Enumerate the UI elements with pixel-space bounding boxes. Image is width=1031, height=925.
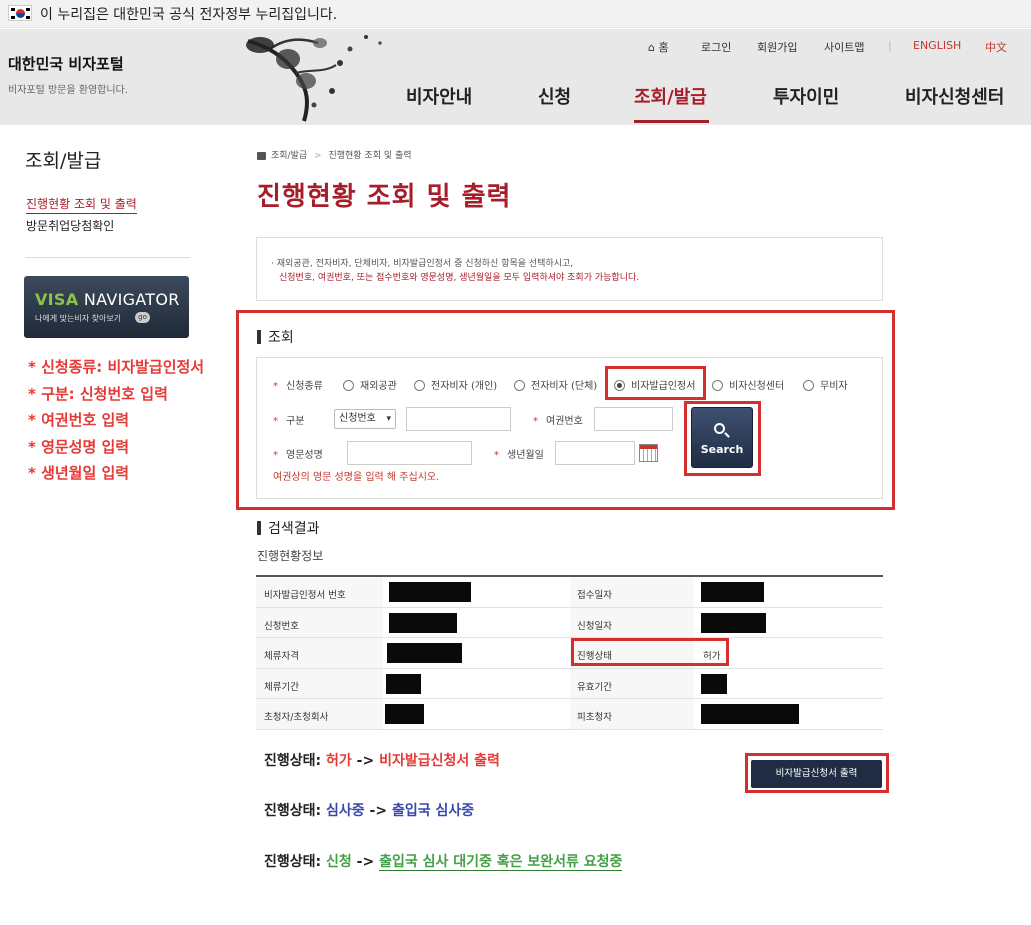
status-note-applied: 진행상태: 신청 -> 출입국 심사 대기중 혹은 보완서류 요청중 (264, 854, 623, 871)
util-login-link[interactable]: 로그인 (701, 39, 731, 55)
annotation-item: * 구분: 신청번호 입력 (28, 384, 168, 403)
status-row-highlight (571, 638, 729, 666)
english-name-input[interactable] (347, 441, 472, 465)
radio-overseas-mission[interactable]: 재외공관 (343, 377, 397, 392)
nav-inquiry-issue[interactable]: 조회/발급 (634, 83, 707, 109)
util-divider: | (888, 39, 892, 52)
page-title: 진행현황 조회 및 출력 (257, 182, 512, 212)
annotation-list: * 신청종류: 비자발급인정서 * 구분: 신청번호 입력 * 여권번호 입력 … (28, 356, 204, 489)
util-chinese-link[interactable]: 中文 (985, 39, 1007, 55)
row-key: 체류기간 (264, 681, 299, 693)
table-row: 신청번호 신청일자 (256, 607, 883, 638)
table-row: 체류자격 진행상태 허가 (256, 638, 883, 669)
radio-visa-application-center[interactable]: 비자신청센터 (712, 377, 784, 392)
ink-branch-illustration (246, 35, 382, 122)
redacted-value (701, 704, 799, 724)
table-row: 비자발급인정서 번호 접수일자 (256, 577, 883, 608)
results-heading: 검색결과 (257, 518, 320, 538)
util-signup-link[interactable]: 회원가입 (757, 39, 797, 55)
row-key: 비자발급인정서 번호 (264, 590, 346, 601)
notice-line-1: · 재외공관, 전자비자, 단체비자, 비자발급인정서 중 신청하신 항목을 선… (271, 259, 574, 269)
name-label: * 영문성명 (273, 450, 323, 461)
nav-active-indicator (634, 120, 709, 123)
gov-notice-text: 이 누리집은 대한민국 공식 전자정부 누리집입니다. (40, 7, 338, 23)
annotation-item: * 여권번호 입력 (28, 411, 130, 429)
sidebar-item-visit-employment[interactable]: 방문취업당첨확인 (26, 217, 114, 234)
site-brand-subtitle: 비자포털 방문을 환영합니다. (8, 85, 128, 96)
passport-label: * 여권번호 (533, 416, 583, 427)
row-key: 피초청자 (577, 712, 612, 723)
banner-title-visa: VISA (35, 290, 79, 309)
gov-notice-bar: 이 누리집은 대한민국 공식 전자정부 누리집입니다. (0, 0, 1031, 28)
type-label: * 신청종류 (273, 381, 323, 392)
home-icon: ⌂ (648, 41, 655, 54)
visa-navigator-banner[interactable]: VISA NAVIGATOR 나에게 맞는비자 찾아보기 go (24, 276, 189, 338)
nav-visa-center[interactable]: 비자신청센터 (905, 83, 1004, 109)
sidebar-item-progress-inquiry[interactable]: 진행현황 조회 및 출력 (26, 195, 137, 214)
results-subheading: 진행현황정보 (257, 549, 324, 563)
chevron-down-icon: ▾ (386, 414, 391, 424)
site-brand[interactable]: 대한민국 비자포털 (8, 53, 124, 74)
selected-type-highlight (605, 366, 706, 400)
print-button-highlight (745, 753, 889, 793)
site-header: 대한민국 비자포털 비자포털 방문을 환영합니다. ⌂ 홈 로그인 회원가입 사… (0, 29, 1031, 125)
radio-visa-free[interactable]: 무비자 (803, 377, 848, 392)
row-key: 신청일자 (577, 620, 612, 632)
util-home-link[interactable]: ⌂ 홈 (648, 39, 669, 55)
name-hint: 여권상의 영문 성명을 입력 해 주십시오. (273, 472, 440, 483)
birth-label: * 생년월일 (494, 450, 544, 461)
banner-subtitle: 나에게 맞는비자 찾아보기 (35, 314, 122, 323)
radio-evisa-individual[interactable]: 전자비자 (개인) (414, 377, 497, 392)
util-english-link[interactable]: ENGLISH (913, 39, 961, 52)
notice-box: · 재외공관, 전자비자, 단체비자, 비자발급인정서 중 신청하신 항목을 선… (256, 237, 883, 301)
breadcrumb-item[interactable]: 조회/발급 (271, 151, 307, 161)
row-key: 신청번호 (264, 620, 299, 632)
annotation-item: * 신청종류: 비자발급인정서 (28, 358, 205, 376)
annotation-item: * 생년월일 입력 (28, 464, 130, 482)
row-key: 접수일자 (577, 590, 612, 601)
sidebar-title: 조회/발급 (25, 150, 102, 172)
row-key: 체류자격 (264, 651, 299, 662)
annotation-item: * 영문성명 입력 (28, 437, 130, 456)
redacted-value (701, 612, 766, 633)
table-row: 체류기간 유효기간 (256, 668, 883, 699)
radio-evisa-group[interactable]: 전자비자 (단체) (514, 377, 597, 392)
passport-number-input[interactable] (594, 407, 673, 431)
row-key: 초청자/초청회사 (264, 712, 329, 723)
redacted-value (387, 643, 462, 663)
notice-line-2: 신청번호, 여권번호, 또는 접수번호와 영문성명, 생년월일을 모두 입력하셔… (279, 273, 640, 283)
table-row: 초청자/초청회사 피초청자 (256, 699, 883, 730)
application-number-input[interactable] (406, 407, 511, 431)
nav-visa-info[interactable]: 비자안내 (406, 83, 472, 109)
status-note-reviewing: 진행상태: 심사중 -> 출입국 심사중 (264, 803, 475, 819)
banner-go-badge: go (135, 312, 150, 323)
breadcrumb-item-current: 진행현황 조회 및 출력 (328, 151, 412, 161)
redacted-value (701, 582, 764, 602)
banner-title-navigator: NAVIGATOR (78, 290, 180, 309)
search-button-highlight (684, 401, 761, 476)
redacted-value (385, 704, 424, 724)
breadcrumb-separator: > (314, 151, 322, 161)
redacted-value (386, 673, 421, 694)
sidebar-divider (25, 257, 190, 258)
search-section-heading: 조회 (257, 327, 294, 347)
nav-apply[interactable]: 신청 (538, 83, 571, 109)
redacted-value (389, 582, 471, 602)
redacted-value (701, 673, 727, 694)
calendar-icon[interactable] (639, 444, 658, 462)
nav-investment-immigration[interactable]: 투자이민 (773, 83, 839, 109)
row-key: 유효기간 (577, 681, 612, 693)
birthdate-input[interactable] (555, 441, 635, 465)
redacted-value (389, 612, 457, 633)
breadcrumb: 조회/발급 > 진행현황 조회 및 출력 (257, 148, 412, 161)
category-label: * 구분 (273, 416, 305, 427)
category-select[interactable]: 신청번호 ▾ (334, 409, 396, 429)
korea-flag-icon (8, 5, 32, 21)
status-note-approved: 진행상태: 허가 -> 비자발급신청서 출력 (264, 753, 500, 769)
breadcrumb-home-icon[interactable] (257, 151, 266, 160)
results-table: 비자발급인정서 번호 접수일자 신청번호 신청일자 체류자격 진행상태 허가 체… (256, 575, 883, 730)
util-sitemap-link[interactable]: 사이트맵 (824, 39, 864, 55)
